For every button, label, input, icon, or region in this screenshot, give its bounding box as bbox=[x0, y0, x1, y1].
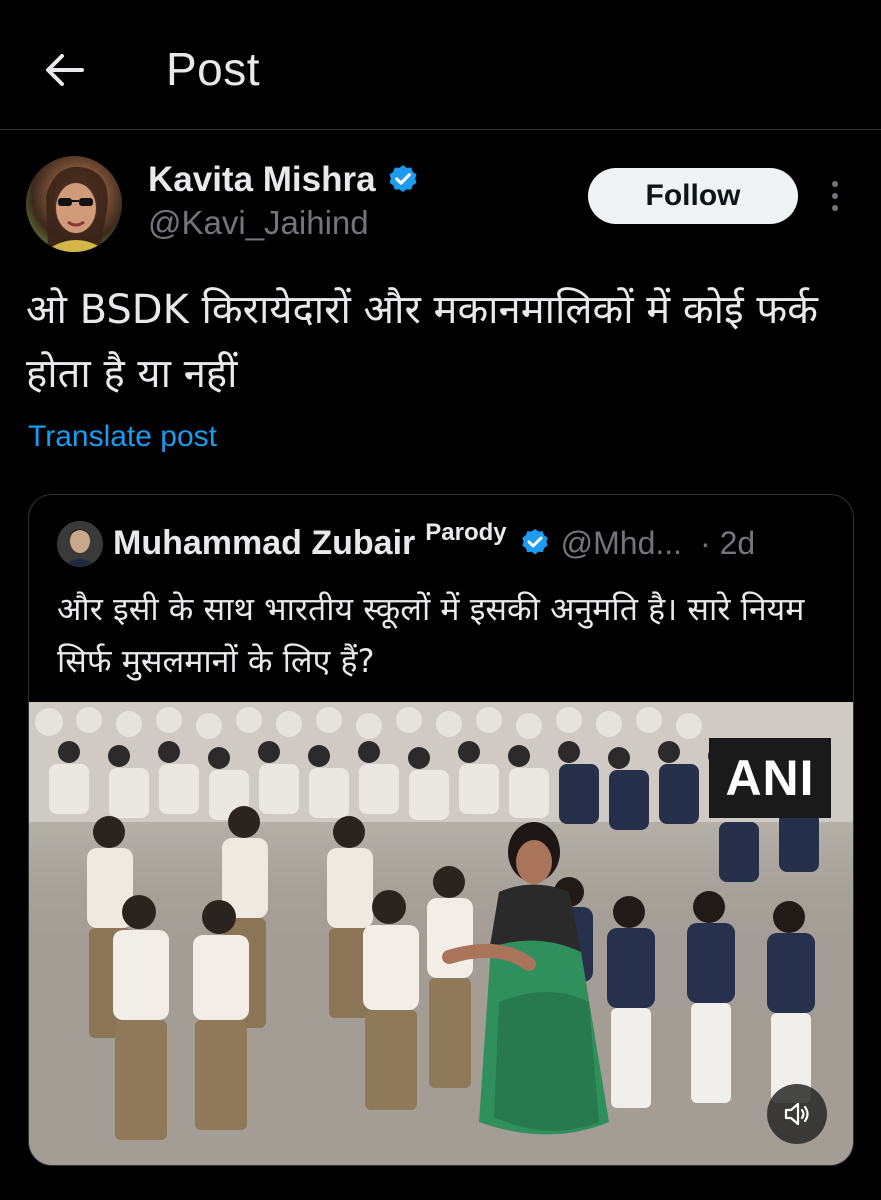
more-options-icon[interactable] bbox=[820, 176, 850, 216]
parody-label: Parody bbox=[425, 519, 507, 546]
ani-watermark: ANI bbox=[709, 738, 831, 818]
top-bar: Post bbox=[0, 0, 881, 130]
follow-button[interactable]: Follow bbox=[588, 168, 798, 224]
back-button[interactable] bbox=[38, 44, 90, 96]
dot bbox=[832, 193, 838, 199]
translate-post-link[interactable]: Translate post bbox=[28, 420, 217, 454]
quoted-post-timestamp: · 2d bbox=[700, 524, 756, 561]
quoted-post-text: और इसी के साथ भारतीय स्कूलों में इसकी अन… bbox=[57, 590, 805, 680]
quoted-author-handle: @Mhd... bbox=[560, 524, 683, 561]
quoted-post-header: Muhammad Zubair Parody @Mhd... · 2d bbox=[113, 517, 829, 569]
speaker-muted-icon bbox=[784, 1102, 809, 1126]
verified-badge-icon bbox=[389, 165, 417, 193]
verified-badge-icon bbox=[521, 529, 548, 555]
post-text: ओ BSDK किरायेदारों और मकानमालिकों में को… bbox=[26, 287, 818, 397]
dot bbox=[832, 205, 838, 211]
dot bbox=[832, 181, 838, 187]
author-name-row[interactable]: Kavita Mishra bbox=[148, 160, 420, 200]
author-handle[interactable]: @Kavi_Jaihind bbox=[148, 204, 369, 242]
quoted-post[interactable]: Muhammad Zubair Parody @Mhd... · 2d और इ… bbox=[28, 494, 854, 1166]
quoted-author-name: Muhammad Zubair bbox=[113, 523, 416, 562]
video-player[interactable]: ANI bbox=[29, 702, 853, 1165]
avatar-image bbox=[44, 166, 108, 252]
page-title: Post bbox=[166, 43, 261, 95]
quoted-author-avatar bbox=[57, 521, 103, 567]
author-avatar[interactable] bbox=[26, 156, 122, 252]
avatar-image bbox=[57, 521, 103, 567]
author-name[interactable]: Kavita Mishra bbox=[148, 160, 376, 200]
arrow-left-icon bbox=[46, 54, 84, 86]
mute-button[interactable] bbox=[767, 1084, 827, 1144]
